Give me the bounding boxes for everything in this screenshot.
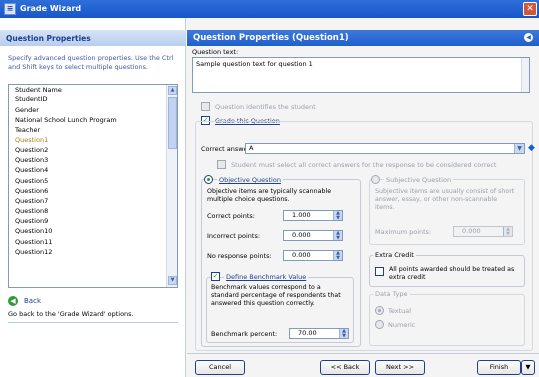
textual-label[interactable]: Textual	[388, 307, 411, 315]
spin-arrows-icon[interactable]: ▲ ▼	[333, 251, 342, 260]
finish-button[interactable]: Finish	[477, 360, 521, 375]
spin-arrows-icon[interactable]: ▲ ▼	[333, 211, 342, 220]
list-item[interactable]: Question5	[9, 177, 167, 186]
right-pane-header: Question Properties (Question1) ◀	[187, 30, 539, 46]
list-item[interactable]: Question9	[9, 217, 167, 226]
back-description: Go back to the 'Grade Wizard' options.	[8, 310, 134, 318]
benchmark-percent-value: 70.00	[298, 329, 317, 337]
benchmark-percent-label: Benchmark percent:	[211, 330, 278, 338]
numeric-label[interactable]: Numeric	[388, 321, 415, 329]
correct-points-stepper[interactable]: 1.000 ▲ ▼	[283, 210, 343, 221]
list-item[interactable]: Question11	[9, 238, 167, 247]
diamond-icon[interactable]: ◆	[528, 144, 537, 153]
scroll-down-icon[interactable]: ▼	[168, 276, 177, 285]
correct-answers-combo[interactable]: A ▼	[245, 143, 525, 154]
list-item[interactable]: Question4	[9, 166, 167, 175]
must-select-all-checkbox[interactable]	[217, 160, 226, 169]
close-icon[interactable]: ✕	[523, 2, 537, 16]
no-response-points-stepper[interactable]: 0.000 ▲ ▼	[283, 250, 343, 261]
list-item[interactable]: Question7	[9, 197, 167, 206]
extra-credit-label[interactable]: All points awarded should be treated as …	[389, 266, 521, 282]
question-text-scrollbar[interactable]	[521, 58, 529, 92]
data-type-group	[369, 294, 525, 346]
divider	[8, 322, 178, 323]
spin-arrows-icon[interactable]: ▲ ▼	[333, 231, 342, 240]
question-listbox[interactable]: Student Name StudentID Gender National S…	[8, 84, 178, 288]
no-response-points-label: No response points:	[207, 252, 272, 260]
left-pane-description: Specify advanced question properties. Us…	[8, 54, 174, 71]
question-text-field[interactable]: Sample question text for question 1	[192, 57, 530, 93]
scroll-up-icon[interactable]: ▲	[168, 86, 177, 95]
back-button[interactable]: << Back	[320, 360, 370, 375]
back-arrow-icon[interactable]: ◀	[8, 296, 18, 306]
title-bar[interactable]: ≡ Grade Wizard ✕	[0, 0, 539, 18]
divider	[187, 353, 539, 354]
list-item[interactable]: Question2	[9, 146, 167, 155]
benchmark-percent-stepper[interactable]: 70.00 ▲ ▼	[289, 328, 349, 339]
incorrect-points-stepper[interactable]: 0.000 ▲ ▼	[283, 230, 343, 241]
max-points-stepper[interactable]: 0.000 ▲ ▼	[453, 226, 513, 237]
spin-arrows-icon[interactable]: ▲ ▼	[339, 329, 348, 338]
list-item[interactable]: Student Name	[9, 86, 167, 95]
left-pane-header: Question Properties	[0, 30, 186, 46]
subjective-radio[interactable]	[371, 175, 380, 184]
correct-answers-value: A	[249, 144, 254, 152]
list-item[interactable]: Teacher	[9, 126, 167, 135]
list-item[interactable]: StudentID	[9, 95, 167, 104]
grade-wizard-window: ≡ Grade Wizard ✕ Question Properties Spe…	[0, 0, 539, 377]
window-title: Grade Wizard	[20, 4, 82, 13]
list-item-selected[interactable]: Question1	[9, 136, 167, 145]
subjective-description: Subjective items are usually consist of …	[375, 188, 515, 211]
must-select-all-label: Student must select all correct answers …	[231, 161, 497, 169]
benchmark-description: Benchmark values correspond to a standar…	[211, 284, 341, 307]
right-pane: Question Properties (Question1) ◀ Questi…	[187, 18, 539, 377]
list-item[interactable]: Question6	[9, 187, 167, 196]
extra-credit-checkbox[interactable]	[375, 267, 384, 276]
incorrect-points-value: 0.000	[292, 231, 311, 239]
list-item[interactable]: Question8	[9, 207, 167, 216]
data-type-title: Data Type	[373, 290, 410, 298]
numeric-radio[interactable]	[375, 320, 384, 329]
right-pane-title: Question Properties (Question1)	[193, 33, 349, 43]
no-response-points-value: 0.000	[292, 251, 311, 259]
left-pane: Question Properties Specify advanced que…	[0, 18, 186, 377]
identifies-student-label: Question identifies the student	[215, 103, 316, 111]
extra-credit-title: Extra Credit	[373, 251, 416, 259]
question-text-label: Question text:	[192, 48, 239, 56]
correct-points-label: Correct points:	[207, 212, 255, 220]
finish-dropdown-icon[interactable]: ▼	[521, 360, 535, 375]
incorrect-points-label: Incorrect points:	[207, 232, 261, 240]
question-text-value: Sample question text for question 1	[196, 60, 313, 68]
benchmark-label[interactable]: Define Benchmark Value	[224, 273, 309, 281]
cancel-button[interactable]: Cancel	[195, 360, 245, 375]
next-button[interactable]: Next >>	[375, 360, 425, 375]
list-item[interactable]: Gender	[9, 106, 167, 115]
benchmark-checkbox[interactable]: ✓	[211, 272, 220, 281]
max-points-label: Maximum points:	[375, 228, 432, 236]
app-icon: ≡	[4, 3, 16, 15]
list-item[interactable]: Question3	[9, 156, 167, 165]
textual-radio[interactable]	[375, 306, 384, 315]
list-item[interactable]: Question10	[9, 227, 167, 236]
spin-arrows-icon[interactable]: ▲ ▼	[503, 227, 512, 236]
back-link-label[interactable]: Back	[24, 297, 41, 305]
list-item[interactable]: Question12	[9, 248, 167, 257]
list-item[interactable]: National School Lunch Program	[9, 116, 167, 125]
subjective-label[interactable]: Subjective Question	[384, 176, 454, 184]
objective-label[interactable]: Objective Question	[217, 176, 283, 184]
max-points-value: 0.000	[462, 227, 481, 235]
chevron-down-icon[interactable]: ▼	[514, 144, 524, 153]
objective-description: Objective items are typically scannable …	[207, 188, 332, 203]
info-icon[interactable]: ◀	[524, 33, 533, 42]
identifies-student-checkbox[interactable]	[201, 102, 210, 111]
listbox-scrollbar[interactable]: ▲ ▼	[166, 85, 177, 287]
objective-radio[interactable]	[204, 175, 213, 184]
correct-points-value: 1.000	[292, 211, 311, 219]
scroll-thumb[interactable]	[168, 97, 177, 149]
